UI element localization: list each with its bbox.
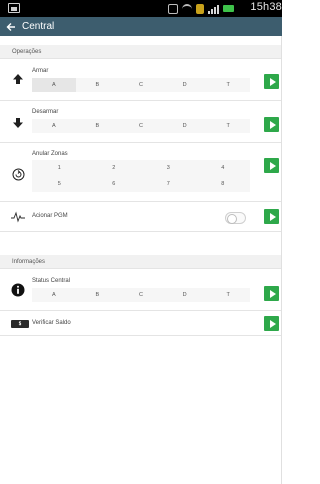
desarmar-option-b[interactable]: B	[76, 119, 120, 133]
status-bar: 15h38	[0, 0, 282, 17]
row-anular-zonas: Anular Zonas 1 2 3 4 5 6 7 8	[0, 143, 282, 202]
acionar-pgm-play-button[interactable]	[264, 209, 279, 224]
status-option-t[interactable]: T	[206, 288, 250, 302]
status-central-partition-selector: A B C D T	[32, 288, 250, 302]
refresh-circle-icon	[11, 167, 25, 181]
desarmar-option-c[interactable]: C	[119, 119, 163, 133]
zone-1[interactable]: 1	[32, 160, 87, 176]
armar-option-d[interactable]: D	[163, 78, 207, 92]
wifi-icon	[182, 3, 192, 14]
phone-screen: 15h38 Central Operações Armar A B C D T …	[0, 0, 282, 484]
zone-7[interactable]: 7	[141, 176, 196, 192]
desarmar-partition-selector: A B C D T	[32, 119, 250, 133]
row-verificar-saldo: $ Verificar Saldo	[0, 311, 282, 336]
zone-8[interactable]: 8	[196, 176, 251, 192]
status-time: 15h38	[250, 1, 282, 13]
alarm-icon	[196, 3, 204, 14]
page-title: Central	[22, 21, 55, 32]
status-icons	[168, 2, 234, 15]
desarmar-option-a[interactable]: A	[32, 119, 76, 133]
verificar-saldo-play-button[interactable]	[264, 316, 279, 331]
row-desarmar: Desarmar A B C D T	[0, 101, 282, 143]
status-option-d[interactable]: D	[163, 288, 207, 302]
desarmar-play-button[interactable]	[264, 117, 279, 132]
armar-label: Armar	[32, 68, 49, 74]
app-bar: Central	[0, 17, 282, 36]
section-header-operacoes: Operações	[0, 45, 282, 59]
zone-5[interactable]: 5	[32, 176, 87, 192]
zone-4[interactable]: 4	[196, 160, 251, 176]
mute-icon	[168, 3, 178, 14]
signal-bars-icon	[208, 4, 219, 14]
armar-partition-selector: A B C D T	[32, 78, 250, 92]
armar-option-b[interactable]: B	[76, 78, 120, 92]
zone-6[interactable]: 6	[87, 176, 142, 192]
armar-play-button[interactable]	[264, 74, 279, 89]
row-acionar-pgm: Acionar PGM	[0, 202, 282, 232]
row-armar: Armar A B C D T	[0, 59, 282, 101]
screen-edge-divider	[281, 36, 282, 484]
desarmar-option-d[interactable]: D	[163, 119, 207, 133]
armar-option-t[interactable]: T	[206, 78, 250, 92]
status-central-label: Status Central	[32, 278, 71, 284]
zone-2[interactable]: 2	[87, 160, 142, 176]
info-circle-icon	[11, 283, 25, 297]
arrow-down-icon	[11, 116, 25, 130]
status-option-b[interactable]: B	[76, 288, 120, 302]
pgm-toggle[interactable]	[225, 212, 246, 224]
money-icon-glyph: $	[18, 321, 22, 327]
desarmar-option-t[interactable]: T	[206, 119, 250, 133]
status-option-c[interactable]: C	[119, 288, 163, 302]
acionar-pgm-label: Acionar PGM	[32, 213, 68, 219]
money-icon: $	[11, 320, 29, 328]
arrow-up-icon	[11, 72, 25, 86]
signal-wave-icon	[11, 210, 25, 224]
row-status-central: Status Central A B C D T	[0, 269, 282, 311]
status-option-a[interactable]: A	[32, 288, 76, 302]
arrow-left-icon[interactable]	[2, 17, 20, 36]
zone-3[interactable]: 3	[141, 160, 196, 176]
gallery-notification-icon	[8, 3, 20, 13]
desarmar-label: Desarmar	[32, 109, 59, 115]
battery-icon	[223, 5, 234, 12]
section-header-informacoes: Informações	[0, 255, 282, 269]
armar-option-c[interactable]: C	[119, 78, 163, 92]
anular-zonas-play-button[interactable]	[264, 158, 279, 173]
armar-option-a[interactable]: A	[32, 78, 76, 92]
verificar-saldo-label: Verificar Saldo	[32, 320, 71, 326]
status-central-play-button[interactable]	[264, 286, 279, 301]
anular-zonas-label: Anular Zonas	[32, 151, 68, 157]
zones-selector: 1 2 3 4 5 6 7 8	[32, 160, 250, 192]
